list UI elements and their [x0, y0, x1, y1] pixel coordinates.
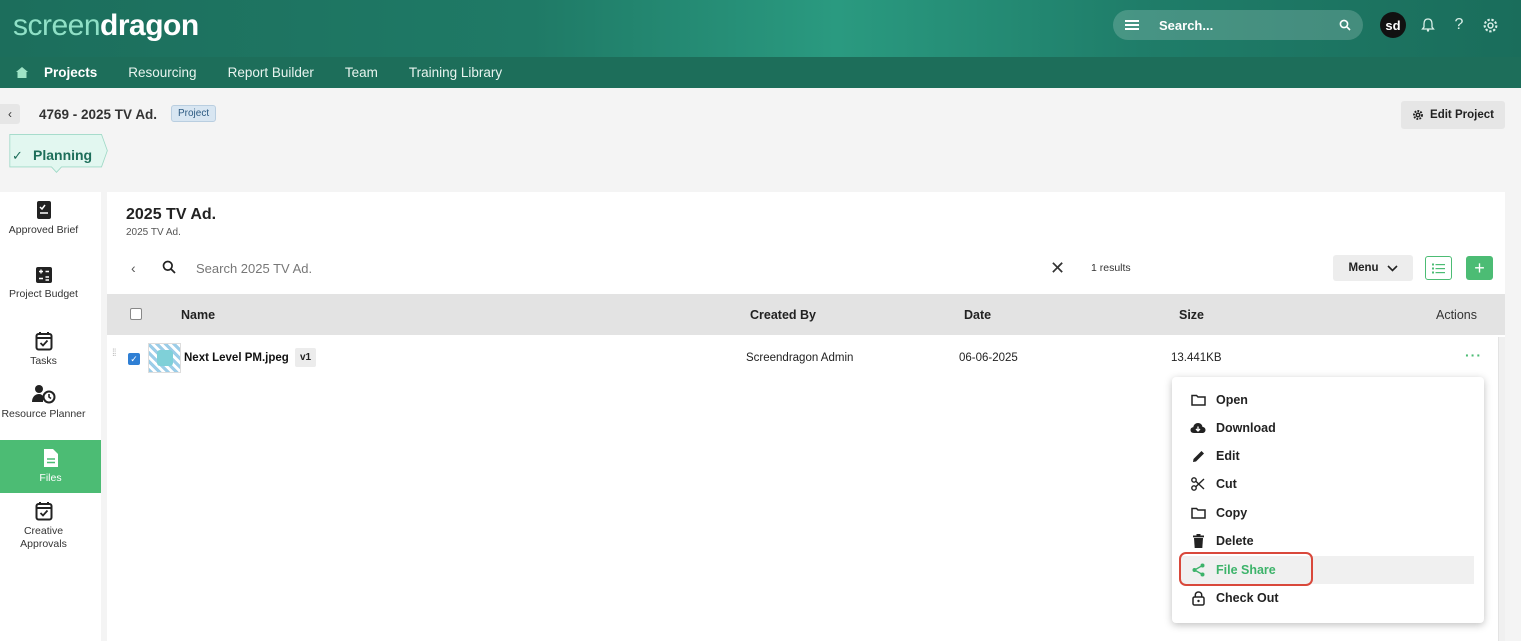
search-icon[interactable]	[1339, 19, 1351, 31]
nav-projects[interactable]: Projects	[44, 65, 97, 80]
plus-icon: +	[1474, 257, 1485, 278]
gear-icon[interactable]	[1482, 17, 1499, 34]
calendar-check-icon	[35, 502, 52, 521]
drag-handle-icon[interactable]: ⁞⁞	[112, 349, 116, 359]
scissors-icon	[1191, 477, 1205, 491]
date-cell: 06-06-2025	[959, 352, 1018, 364]
rail-item-approved-brief[interactable]: Approved Brief	[0, 200, 87, 237]
back-button[interactable]: ‹	[0, 104, 20, 124]
nav-resourcing[interactable]: Resourcing	[128, 65, 196, 80]
table-header: Name Created By Date Size Actions	[107, 294, 1505, 335]
rail-item-files[interactable]: Files	[0, 440, 101, 493]
scrollbar[interactable]	[1498, 337, 1505, 641]
menu-label: Menu	[1348, 262, 1379, 274]
rail-item-label: Creative Approvals	[20, 525, 67, 550]
rail-item-label: Tasks	[30, 355, 57, 367]
top-bar: screendragon Search... sd ?	[0, 0, 1521, 57]
edit-project-button[interactable]: Edit Project	[1401, 101, 1505, 129]
document-check-icon	[36, 201, 51, 219]
calculator-icon	[35, 267, 52, 283]
hamburger-menu-icon[interactable]	[1125, 20, 1139, 30]
menu-item-label: Open	[1216, 393, 1248, 407]
search-icon	[162, 260, 176, 274]
menu-item-label: Delete	[1216, 534, 1254, 548]
column-header-size[interactable]: Size	[1179, 308, 1204, 322]
menu-item-open[interactable]: Open	[1180, 386, 1474, 414]
lock-icon	[1191, 590, 1205, 606]
select-all-checkbox[interactable]	[130, 308, 142, 320]
column-header-created-by[interactable]: Created By	[750, 308, 816, 322]
calendar-check-icon	[35, 332, 52, 351]
pencil-icon	[1192, 450, 1204, 462]
rail-item-label: Approved Brief	[8, 224, 79, 236]
help-icon[interactable]: ?	[1450, 16, 1468, 34]
panel-subtitle: 2025 TV Ad.	[126, 227, 181, 238]
row-checkbox[interactable]: ✓	[128, 353, 140, 365]
column-header-actions: Actions	[1436, 308, 1477, 322]
menu-item-download[interactable]: Download	[1180, 414, 1474, 442]
menu-item-label: Check Out	[1216, 591, 1279, 605]
person-clock-icon	[31, 385, 55, 404]
project-title: 4769 - 2025 TV Ad.	[39, 107, 158, 122]
rail-item-label: Resource Planner	[1, 408, 86, 420]
edit-project-label: Edit Project	[1430, 109, 1494, 121]
highlight-outline	[1179, 552, 1313, 586]
menu-dropdown-button[interactable]: Menu	[1333, 255, 1413, 281]
menu-item-label: Download	[1216, 421, 1276, 435]
file-name[interactable]: Next Level PM.jpeg	[184, 352, 289, 364]
menu-item-delete[interactable]: Delete	[1180, 527, 1474, 555]
nav-report-builder[interactable]: Report Builder	[228, 65, 314, 80]
file-icon	[43, 449, 58, 467]
add-file-button[interactable]: +	[1466, 256, 1493, 280]
bell-icon[interactable]	[1420, 17, 1436, 33]
home-icon[interactable]	[0, 66, 44, 79]
rail-item-creative-approvals[interactable]: Creative Approvals	[0, 501, 87, 551]
rail-item-label: Files	[39, 472, 62, 484]
nav-team[interactable]: Team	[345, 65, 378, 80]
check-icon: ✓	[12, 148, 23, 163]
panel-title: 2025 TV Ad.	[126, 206, 217, 223]
menu-item-label: Cut	[1216, 477, 1237, 491]
cloud-download-icon	[1190, 423, 1206, 433]
file-thumbnail[interactable]	[148, 343, 181, 373]
table-row[interactable]: ⁞⁞ ✓ Next Level PM.jpeg v1 Screendragon …	[107, 337, 1497, 379]
gear-icon	[1413, 110, 1423, 120]
stage-label: Planning	[33, 147, 93, 163]
list-view-icon	[1432, 263, 1445, 273]
user-avatar[interactable]: sd	[1380, 12, 1406, 38]
created-by-cell: Screendragon Admin	[746, 352, 854, 364]
file-search-input[interactable]: Search 2025 TV Ad.	[196, 261, 312, 276]
menu-item-cut[interactable]: Cut	[1180, 470, 1474, 498]
column-header-name[interactable]: Name	[181, 308, 215, 322]
chevron-down-icon	[1386, 264, 1398, 272]
menu-item-label: Edit	[1216, 449, 1240, 463]
screendragon-logo[interactable]: screendragon	[13, 9, 199, 43]
menu-item-copy[interactable]: Copy	[1180, 499, 1474, 527]
folder-icon	[1190, 507, 1206, 519]
rail-item-label: Project Budget	[9, 288, 78, 300]
list-view-button[interactable]	[1425, 256, 1452, 280]
version-badge: v1	[295, 348, 317, 367]
size-cell: 13.441KB	[1171, 352, 1222, 364]
close-icon[interactable]: ✕	[1050, 258, 1065, 279]
global-search-bar[interactable]: Search...	[1113, 10, 1363, 40]
menu-item-edit[interactable]: Edit	[1180, 442, 1474, 470]
column-header-date[interactable]: Date	[964, 308, 991, 322]
main-nav: Projects Resourcing Report Builder Team …	[0, 57, 1521, 88]
trash-icon	[1192, 534, 1204, 548]
rail-item-tasks[interactable]: Tasks	[0, 331, 87, 368]
rail-item-project-budget[interactable]: Project Budget	[0, 266, 87, 301]
folder-icon	[1190, 394, 1206, 406]
menu-item-label: Copy	[1216, 506, 1248, 520]
global-search-placeholder: Search...	[1159, 17, 1214, 33]
rail-item-resource-planner[interactable]: Resource Planner	[0, 384, 87, 421]
menu-item-check-out[interactable]: Check Out	[1180, 584, 1474, 612]
more-actions-icon[interactable]: ···	[1465, 347, 1482, 363]
nav-training-library[interactable]: Training Library	[409, 65, 502, 80]
results-count: 1 results	[1091, 262, 1131, 274]
project-type-badge: Project	[171, 105, 217, 122]
chevron-left-icon[interactable]: ‹	[131, 260, 136, 276]
file-context-menu: Open Download Edit Cut Copy Delete File …	[1172, 377, 1484, 623]
